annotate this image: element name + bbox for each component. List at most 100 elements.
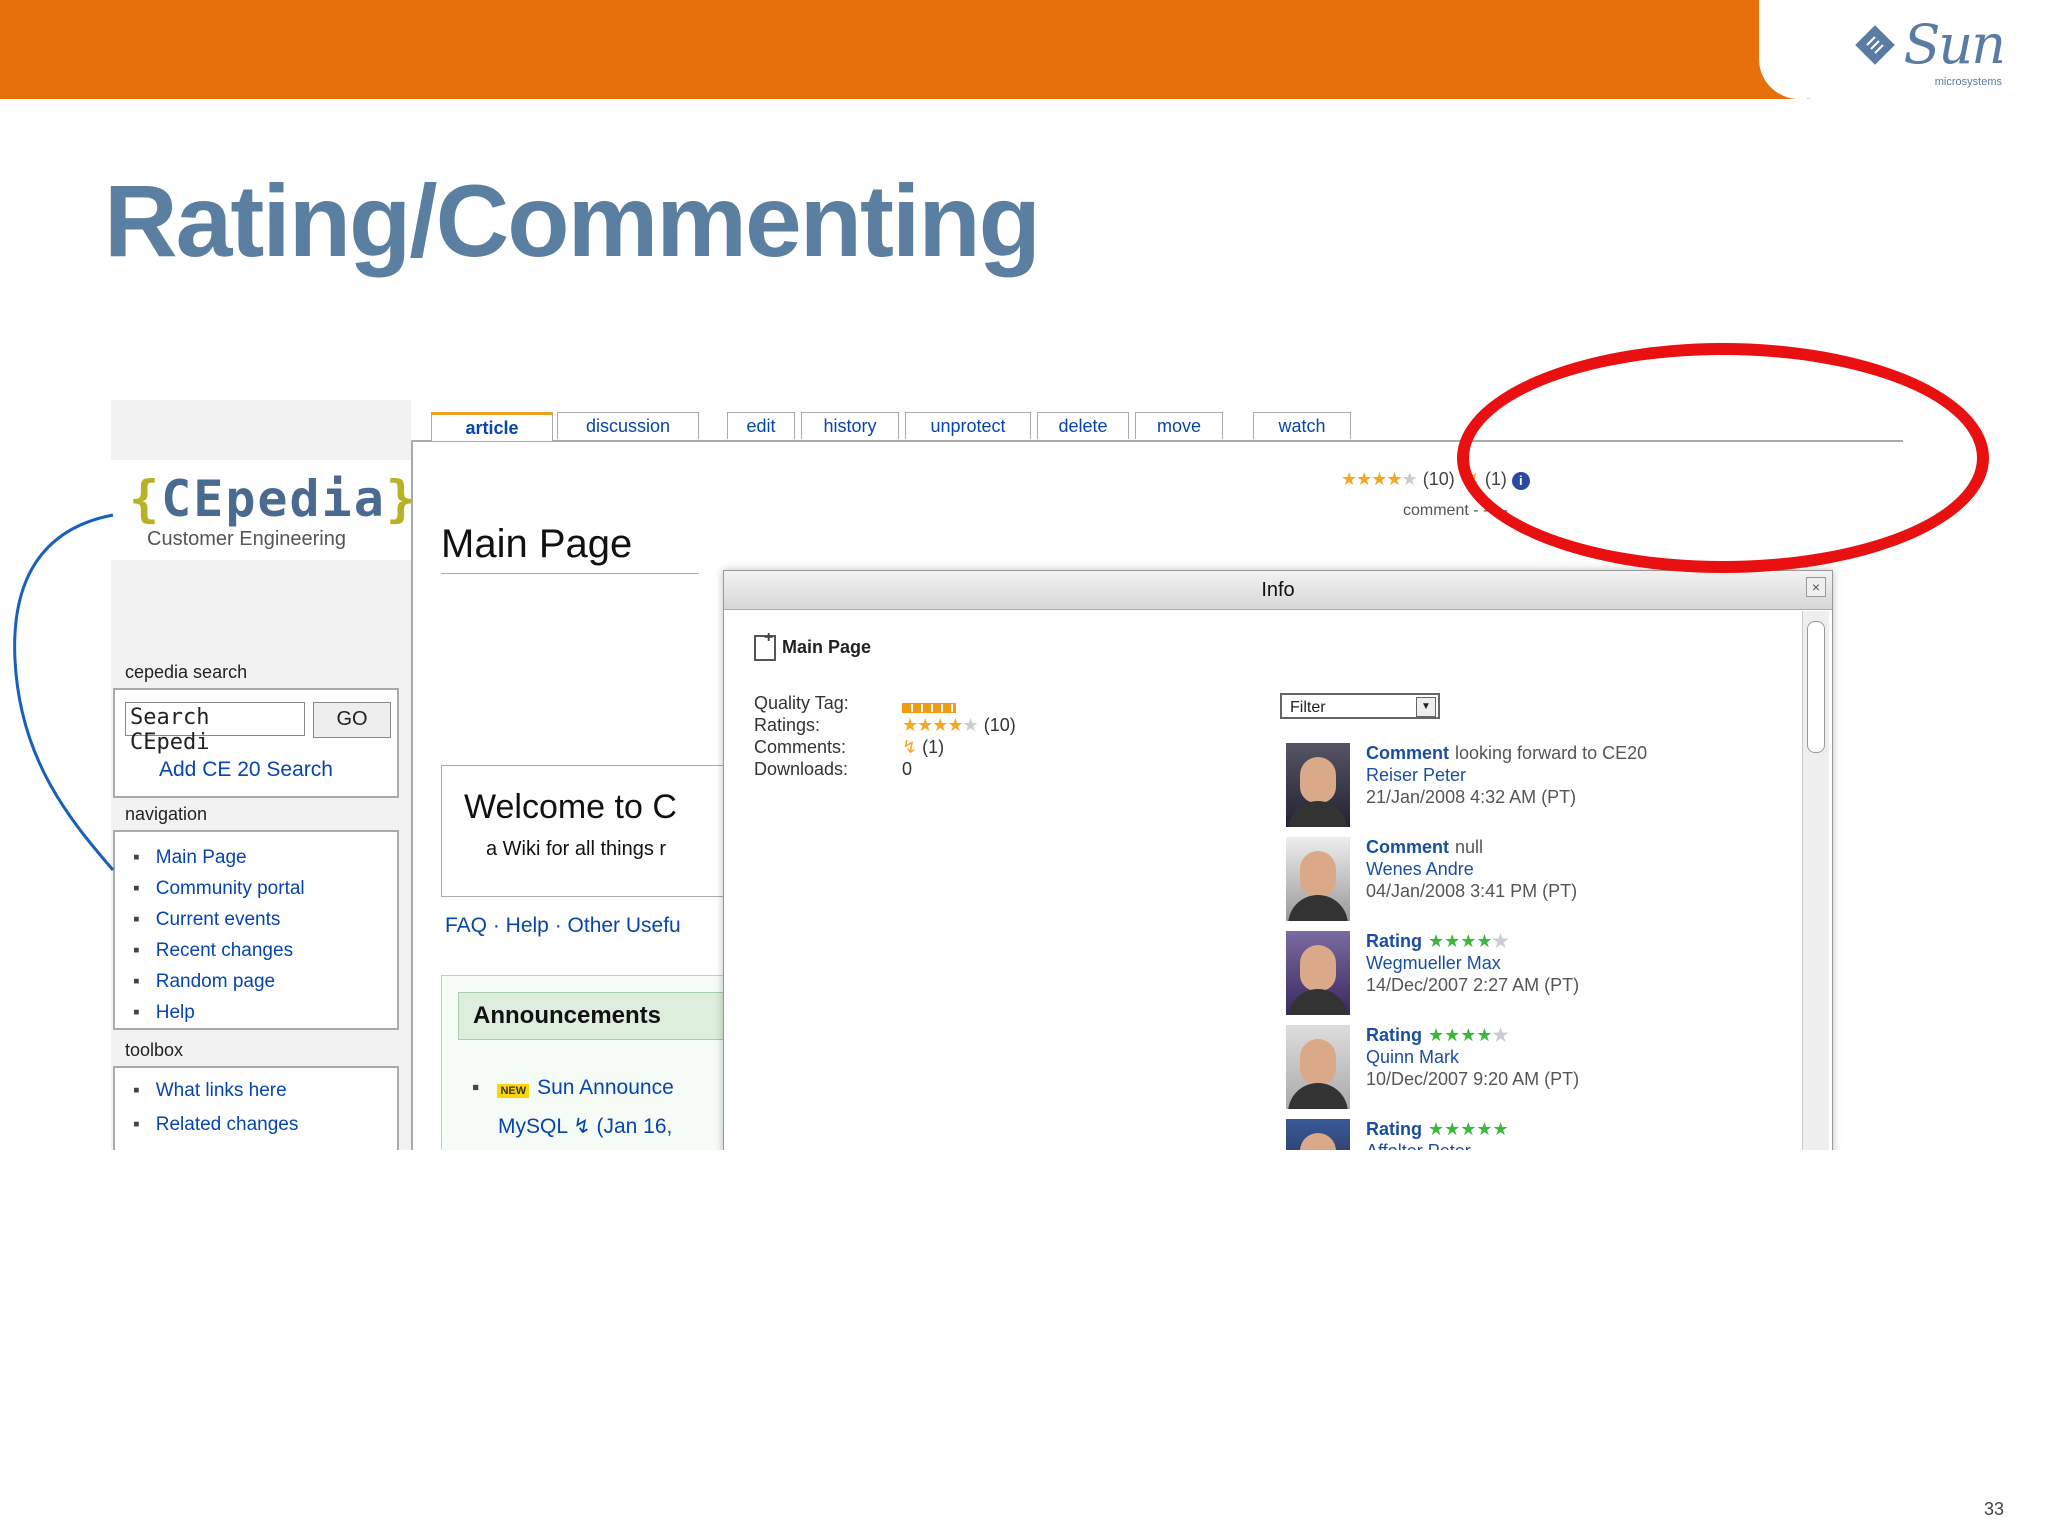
logo-tab: Sun microsystems	[1759, 0, 2048, 99]
ratings-count: (10)	[983, 715, 1016, 735]
wiki-logo-text: CEpedia	[161, 470, 386, 528]
navigation-heading: navigation	[125, 804, 208, 824]
comments-count: (1)	[922, 737, 945, 757]
feed-item[interactable]: Rating ★★★★★ Quinn Mark 10/Dec/2007 9:20 …	[1286, 1025, 1786, 1115]
nav-item-community-portal[interactable]: Community portal	[133, 873, 397, 904]
sun-logo-sub: microsystems	[1934, 76, 2002, 88]
navigation-panel: Main Page Community portal Current event…	[113, 830, 399, 1030]
quality-tag-label: Quality Tag:	[754, 693, 849, 713]
highlight-ellipse	[1457, 343, 1989, 573]
tab-article[interactable]: article	[431, 412, 553, 441]
nav-item-recent-changes[interactable]: Recent changes	[133, 935, 397, 966]
announcement-text: Sun Announce	[537, 1076, 674, 1099]
search-input[interactable]: Search CEpedi	[125, 702, 305, 755]
welcome-title: Welcome to C	[464, 788, 677, 826]
downloads-value: 0	[902, 759, 913, 779]
avatar	[1286, 931, 1350, 1015]
feed-item[interactable]: Comment null Wenes Andre 04/Jan/2008 3:41…	[1286, 837, 1786, 927]
search-heading: cepedia search	[125, 662, 248, 682]
filter-label: Filter	[1290, 699, 1326, 716]
add-search-link[interactable]: Add CE 20 Search	[159, 758, 333, 782]
feed-stars: ★★★★	[1428, 1025, 1493, 1045]
tab-move[interactable]: move	[1135, 412, 1223, 439]
feed-type: Rating	[1366, 1119, 1422, 1139]
downloads-label: Downloads:	[754, 759, 849, 779]
go-button[interactable]: GO	[313, 702, 391, 738]
scroll-thumb[interactable]	[1807, 621, 1825, 753]
feed-type: Comment	[1366, 837, 1450, 857]
tab-delete[interactable]: delete	[1037, 412, 1129, 439]
feed-date: 21/Jan/2008 4:32 AM (PT)	[1366, 787, 1577, 807]
comments-icon: ↯	[902, 737, 918, 757]
search-box: Search CEpedi GO Add CE 20 Search	[113, 688, 399, 798]
dialog-titlebar[interactable]: Info ×	[724, 571, 1832, 610]
wiki-sidebar: {CEpedia} Customer Engineering cepedia s…	[111, 400, 416, 1150]
ratings-label: Ratings:	[754, 715, 821, 735]
feed-date: 14/Dec/2007 2:27 AM (PT)	[1366, 975, 1580, 995]
nav-item-main-page[interactable]: Main Page	[133, 842, 397, 873]
filter-select[interactable]: Filter ▼	[1280, 693, 1440, 719]
avatar	[1286, 743, 1350, 827]
feed-author[interactable]: Wenes Andre	[1366, 859, 1474, 880]
feed-text: looking forward to CE20	[1455, 743, 1648, 763]
feed-text: null	[1455, 837, 1484, 857]
rating-star-empty: ★	[1401, 469, 1418, 489]
chevron-down-icon: ▼	[1416, 697, 1436, 717]
header-bar	[0, 0, 2048, 99]
tab-discussion[interactable]: discussion	[557, 412, 699, 439]
sun-logo: Sun	[1853, 18, 2006, 72]
feed-author[interactable]: Quinn Mark	[1366, 1047, 1459, 1068]
ratings-value[interactable]: ★★★★★ (10)	[902, 715, 1016, 736]
feed-item[interactable]: Rating ★★★★★ Affolter Peter	[1286, 1119, 1786, 1150]
feed-item[interactable]: Rating ★★★★★ Wegmueller Max 14/Dec/2007 2…	[1286, 931, 1786, 1021]
faq-links[interactable]: FAQ · Help · Other Usefu	[445, 914, 681, 938]
rating-stars[interactable]: ★★★★	[1341, 469, 1403, 489]
tab-watch[interactable]: watch	[1253, 412, 1351, 439]
comments-value[interactable]: ↯ (1)	[902, 737, 944, 758]
close-icon[interactable]: ×	[1806, 577, 1826, 597]
feed-author[interactable]: Affolter Peter	[1366, 1141, 1471, 1150]
ratings-stars: ★★★★	[902, 715, 964, 735]
avatar	[1286, 1119, 1350, 1150]
comments-label: Comments:	[754, 737, 847, 757]
toolbox-item-related-changes[interactable]: Related changes	[133, 1108, 397, 1142]
toolbox-panel: What links here Related changes	[113, 1066, 399, 1150]
feed-date: 04/Jan/2008 3:41 PM (PT)	[1366, 881, 1578, 901]
slide-title: Rating/Commenting	[104, 164, 1041, 278]
tab-history[interactable]: history	[801, 412, 899, 439]
nav-item-current-events[interactable]: Current events	[133, 904, 397, 935]
nav-item-help[interactable]: Help	[133, 997, 397, 1028]
nav-item-random-page[interactable]: Random page	[133, 966, 397, 997]
dialog-title: Info	[1261, 579, 1295, 601]
page-number: 33	[1983, 1499, 2004, 1519]
announcements-heading: Announcements	[458, 992, 734, 1040]
info-dialog: Info × Main Page Quality Tag: Ratings: ★…	[723, 570, 1833, 1150]
feed-author[interactable]: Wegmueller Max	[1366, 953, 1501, 974]
avatar	[1286, 837, 1350, 921]
feed-stars: ★★★★	[1428, 931, 1493, 951]
welcome-box: Welcome to C a Wiki for all things r	[441, 765, 743, 897]
ratings-star-empty: ★	[962, 715, 979, 735]
avatar	[1286, 1025, 1350, 1109]
toolbox-heading: toolbox	[125, 1040, 184, 1060]
tab-edit[interactable]: edit	[727, 412, 795, 439]
dialog-scrollbar[interactable]	[1802, 611, 1829, 1150]
announcement-subtext[interactable]: MySQL ↯ (Jan 16,	[498, 1114, 672, 1139]
feed-type: Rating	[1366, 931, 1422, 951]
announcements-box: Announcements ▪ NEW Sun Announce MySQL ↯ (…	[441, 975, 743, 1150]
toolbox-item-what-links-here[interactable]: What links here	[133, 1074, 397, 1108]
dialog-page-title: Main Page	[754, 629, 872, 661]
wiki-logo-subtitle: Customer Engineering	[147, 528, 346, 550]
feed-type: Comment	[1366, 743, 1450, 763]
tab-unprotect[interactable]: unprotect	[905, 412, 1031, 439]
feed-date: 10/Dec/2007 9:20 AM (PT)	[1366, 1069, 1580, 1089]
feed-type: Rating	[1366, 1025, 1422, 1045]
feed-stars: ★★★★★	[1428, 1119, 1509, 1139]
wiki-logo[interactable]: {CEpedia}	[129, 470, 418, 528]
feed-author[interactable]: Reiser Peter	[1366, 765, 1466, 786]
page-heading: Main Page	[441, 522, 699, 574]
announcement-item[interactable]: ▪ NEW Sun Announce	[472, 1076, 674, 1100]
dialog-page-name: Main Page	[782, 636, 872, 657]
feed-item[interactable]: Comment looking forward to CE20 Reiser Pe…	[1286, 743, 1786, 833]
welcome-subtitle: a Wiki for all things r	[486, 838, 667, 860]
